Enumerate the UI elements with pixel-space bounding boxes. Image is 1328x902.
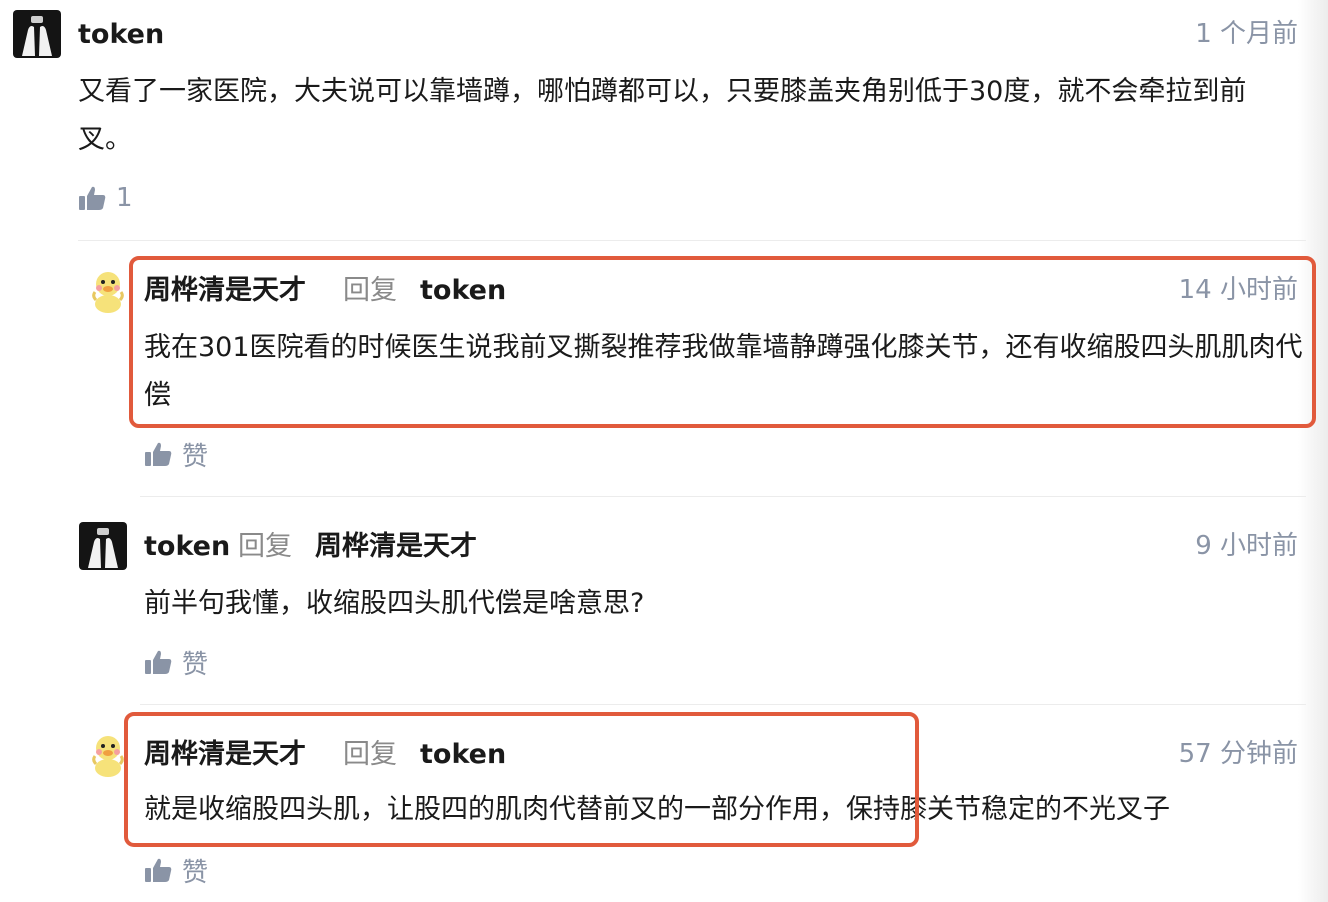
thumbs-up-icon xyxy=(144,649,172,675)
comment-time: 1 个月前 xyxy=(1195,19,1298,49)
like-button[interactable]: 赞 xyxy=(144,853,209,888)
reply-time: 9 小时前 xyxy=(1195,531,1298,561)
highlight-box xyxy=(124,712,919,847)
divider xyxy=(140,496,1306,497)
like-button[interactable]: 1 xyxy=(78,181,133,215)
like-count: 1 xyxy=(116,183,133,213)
like-label: 赞 xyxy=(182,857,209,888)
thumbs-up-icon xyxy=(144,441,172,467)
comment-author[interactable]: token xyxy=(78,18,164,52)
divider xyxy=(78,240,1306,241)
reply-text: 前半句我懂，收缩股四头肌代偿是啥意思? xyxy=(144,588,645,619)
token-avatar[interactable] xyxy=(79,522,127,570)
highlight-box xyxy=(129,256,1316,428)
thumbs-up-icon xyxy=(144,857,172,883)
reply-label: 回复 xyxy=(238,531,292,562)
token-avatar[interactable] xyxy=(13,10,61,58)
like-button[interactable]: 赞 xyxy=(144,437,209,472)
like-button[interactable]: 赞 xyxy=(144,645,209,680)
zhouhuaqing-avatar[interactable] xyxy=(84,266,132,314)
scroll-edge-shade xyxy=(1298,0,1328,902)
comment-text: 又看了一家医院，大夫说可以靠墙蹲，哪怕蹲都可以，只要膝盖夹角别低于30度，就不会… xyxy=(78,76,1247,155)
thumbs-up-icon xyxy=(78,185,106,211)
divider xyxy=(140,704,1306,705)
reply-to-user[interactable]: 周桦清是天才 xyxy=(315,530,477,564)
reply-author[interactable]: token xyxy=(144,530,230,564)
like-label: 赞 xyxy=(182,649,209,680)
reply-time: 57 分钟前 xyxy=(1178,739,1298,769)
like-label: 赞 xyxy=(182,441,209,472)
